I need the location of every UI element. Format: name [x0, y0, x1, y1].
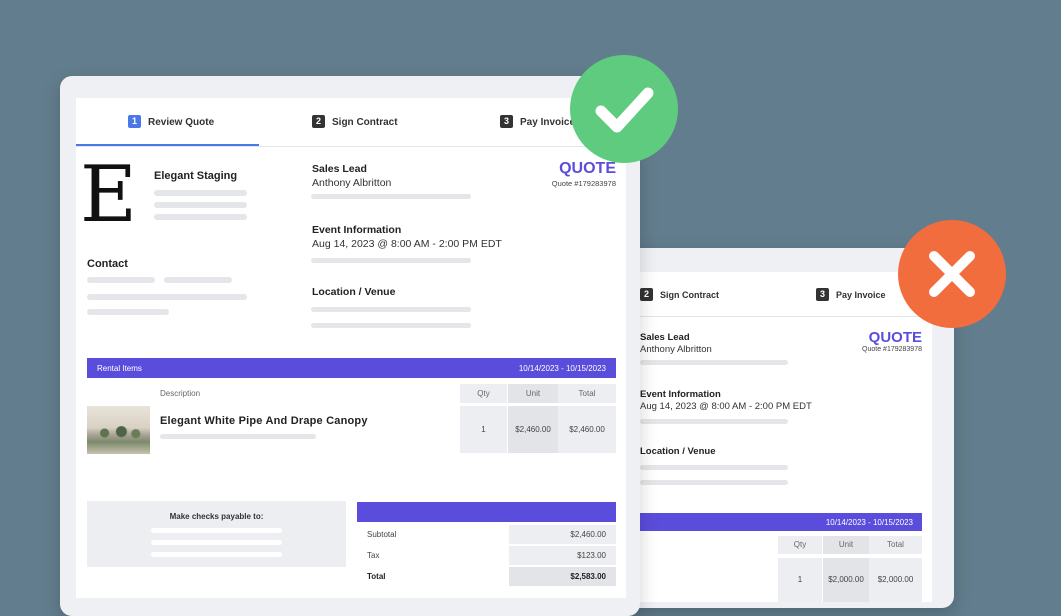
checkmark-icon: [595, 87, 654, 133]
step-number: 3: [500, 115, 513, 128]
tab-label: Sign Contract: [332, 117, 398, 128]
placeholder-line: [154, 202, 247, 208]
event-info-label: Event Information: [312, 224, 402, 236]
tax-label: Tax: [367, 551, 380, 560]
placeholder-line: [311, 323, 471, 328]
event-date: Aug 14, 2023 @ 8:00 AM - 2:00 PM EDT: [640, 401, 812, 412]
rental-items-bar: 10/14/2023 - 10/15/2023: [614, 513, 922, 531]
tab-pay-invoice[interactable]: 3 Pay Invoice: [816, 288, 886, 301]
tab-divider: [614, 316, 932, 317]
total-label: Total: [367, 572, 386, 581]
placeholder-line: [160, 434, 316, 439]
item-thumbnail: [87, 406, 150, 454]
col-qty-header: Qty: [460, 384, 507, 403]
placeholder-line: [87, 277, 155, 283]
placeholder-line: [311, 307, 471, 312]
col-total-header: Total: [558, 384, 616, 403]
col-qty-header: Qty: [778, 536, 822, 554]
subtotal-label: Subtotal: [367, 530, 397, 539]
placeholder-line: [151, 552, 282, 557]
placeholder-line: [151, 540, 282, 545]
location-label: Location / Venue: [640, 446, 716, 457]
tab-sign-contract[interactable]: 2 Sign Contract: [640, 288, 719, 301]
col-unit-header: Unit: [823, 536, 869, 554]
item-total: $2,000.00: [869, 558, 922, 602]
rental-items-label: Rental Items: [97, 364, 142, 373]
checks-payable-label: Make checks payable to:: [169, 512, 264, 521]
quote-title: QUOTE: [868, 329, 922, 346]
approve-badge: [570, 55, 678, 163]
placeholder-line: [154, 214, 247, 220]
subtotal-value: $2,460.00: [509, 525, 616, 544]
totals-header-bar: [357, 502, 616, 522]
step-number: 1: [128, 115, 141, 128]
item-qty: 1: [778, 558, 822, 602]
company-name: Elegant Staging: [154, 170, 238, 182]
rental-dates: 10/14/2023 - 10/15/2023: [518, 364, 606, 373]
step-number: 2: [640, 288, 653, 301]
checks-payable-box: Make checks payable to:: [87, 501, 346, 567]
placeholder-line: [640, 419, 788, 424]
approved-quote-sheet: 1 Review Quote 2 Sign Contract 3 Pay Invoic…: [76, 98, 626, 598]
item-total: $2,460.00: [558, 406, 616, 453]
tab-review-quote[interactable]: 1 Review Quote: [128, 115, 214, 128]
placeholder-line: [311, 258, 471, 263]
tab-divider: [76, 146, 626, 147]
col-total-header: Total: [869, 536, 922, 554]
tab-label: Pay Invoice: [520, 117, 576, 128]
rental-dates: 10/14/2023 - 10/15/2023: [825, 518, 913, 527]
quote-number: Quote #179283978: [551, 179, 616, 188]
event-info-label: Event Information: [640, 389, 721, 400]
sales-lead-label: Sales Lead: [312, 163, 367, 175]
step-number: 3: [816, 288, 829, 301]
item-unit: $2,460.00: [508, 406, 558, 453]
tax-value: $123.00: [509, 546, 616, 565]
col-description-header: Description: [160, 389, 201, 398]
tab-sign-contract[interactable]: 2 Sign Contract: [312, 115, 398, 128]
tab-pay-invoice[interactable]: 3 Pay Invoice: [500, 115, 575, 128]
company-logo: E: [80, 150, 137, 240]
placeholder-line: [640, 480, 788, 485]
placeholder-line: [640, 465, 788, 470]
tab-label: Pay Invoice: [836, 290, 886, 300]
quote-number: Quote #179283978: [862, 346, 922, 353]
sales-lead-name: Anthony Albritton: [312, 177, 392, 189]
location-label: Location / Venue: [312, 286, 396, 298]
thumbnail-plants: [95, 426, 143, 440]
item-name: Elegant White Pipe And Drape Canopy: [160, 415, 368, 427]
x-icon: [929, 251, 975, 297]
contact-label: Contact: [87, 258, 128, 270]
event-date: Aug 14, 2023 @ 8:00 AM - 2:00 PM EDT: [312, 238, 502, 250]
tab-label: Sign Contract: [660, 290, 720, 300]
total-value: $2,583.00: [509, 567, 616, 586]
placeholder-line: [640, 360, 788, 365]
col-unit-header: Unit: [508, 384, 558, 403]
item-qty: 1: [460, 406, 507, 453]
placeholder-line: [87, 294, 247, 300]
placeholder-line: [311, 194, 471, 199]
rental-items-bar: Rental Items 10/14/2023 - 10/15/2023: [87, 358, 616, 378]
placeholder-line: [164, 277, 232, 283]
tab-label: Review Quote: [148, 117, 215, 128]
step-number: 2: [312, 115, 325, 128]
item-unit: $2,000.00: [823, 558, 869, 602]
reject-badge: [898, 220, 1006, 328]
sales-lead-label: Sales Lead: [640, 332, 690, 343]
placeholder-line: [154, 190, 247, 196]
sales-lead-name: Anthony Albritton: [640, 344, 712, 355]
placeholder-line: [87, 309, 169, 315]
rejected-quote-sheet: 2 Sign Contract 3 Pay Invoice Sales Lead A…: [614, 272, 932, 602]
placeholder-line: [151, 528, 282, 533]
